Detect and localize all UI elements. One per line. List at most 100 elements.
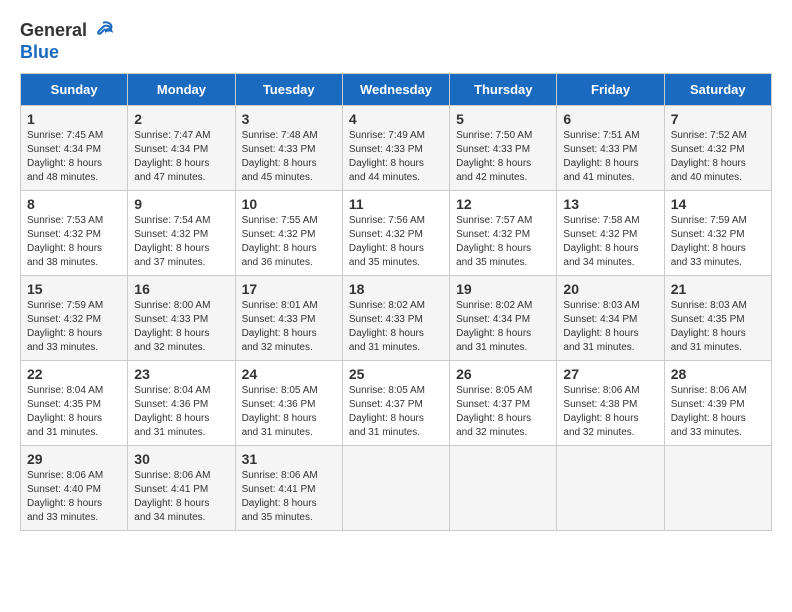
calendar-header-row: SundayMondayTuesdayWednesdayThursdayFrid… [21,74,772,106]
day-number: 10 [242,196,336,212]
day-info: Sunrise: 8:01 AM Sunset: 4:33 PM Dayligh… [242,299,336,355]
logo: General Blue [20,20,115,63]
calendar-week-row: 1 Sunrise: 7:45 AM Sunset: 4:34 PM Daylig… [21,106,772,191]
day-number: 26 [456,366,550,382]
day-number: 15 [27,281,121,297]
calendar-day-cell: 30 Sunrise: 8:06 AM Sunset: 4:41 PM Dayli… [128,446,235,531]
calendar-day-cell: 2Sunrise: 7:47 AM Sunset: 4:34 PM Daylig… [128,106,235,191]
day-info: Sunrise: 8:06 AM Sunset: 4:41 PM Dayligh… [134,469,228,525]
day-number: 7 [671,111,765,127]
calendar-day-cell: 22 Sunrise: 8:04 AM Sunset: 4:35 PM Dayli… [21,361,128,446]
day-info: Sunrise: 7:48 AM Sunset: 4:33 PM Dayligh… [242,129,336,185]
column-header-wednesday: Wednesday [342,74,449,106]
calendar-day-cell: 5Sunrise: 7:50 AM Sunset: 4:33 PM Daylig… [450,106,557,191]
day-number: 31 [242,451,336,467]
column-header-sunday: Sunday [21,74,128,106]
calendar-day-cell: 23 Sunrise: 8:04 AM Sunset: 4:36 PM Dayli… [128,361,235,446]
calendar-week-row: 29 Sunrise: 8:06 AM Sunset: 4:40 PM Dayli… [21,446,772,531]
logo-text-blue: Blue [20,42,59,64]
calendar-day-cell: 9 Sunrise: 7:54 AM Sunset: 4:32 PM Daylig… [128,191,235,276]
calendar-day-cell: 4Sunrise: 7:49 AM Sunset: 4:33 PM Daylig… [342,106,449,191]
calendar-week-row: 8 Sunrise: 7:53 AM Sunset: 4:32 PM Daylig… [21,191,772,276]
day-info: Sunrise: 8:02 AM Sunset: 4:34 PM Dayligh… [456,299,550,355]
day-number: 11 [349,196,443,212]
calendar-table: SundayMondayTuesdayWednesdayThursdayFrid… [20,73,772,531]
calendar-empty-cell [557,446,664,531]
day-info: Sunrise: 7:51 AM Sunset: 4:33 PM Dayligh… [563,129,657,185]
day-info: Sunrise: 7:52 AM Sunset: 4:32 PM Dayligh… [671,129,765,185]
day-number: 8 [27,196,121,212]
day-info: Sunrise: 8:03 AM Sunset: 4:34 PM Dayligh… [563,299,657,355]
day-number: 29 [27,451,121,467]
day-number: 14 [671,196,765,212]
day-info: Sunrise: 7:54 AM Sunset: 4:32 PM Dayligh… [134,214,228,270]
day-number: 23 [134,366,228,382]
day-number: 1 [27,111,121,127]
column-header-monday: Monday [128,74,235,106]
calendar-day-cell: 20Sunrise: 8:03 AM Sunset: 4:34 PM Dayli… [557,276,664,361]
calendar-day-cell: 16Sunrise: 8:00 AM Sunset: 4:33 PM Dayli… [128,276,235,361]
day-info: Sunrise: 7:47 AM Sunset: 4:34 PM Dayligh… [134,129,228,185]
calendar-week-row: 15 Sunrise: 7:59 AM Sunset: 4:32 PM Dayli… [21,276,772,361]
day-info: Sunrise: 8:06 AM Sunset: 4:39 PM Dayligh… [671,384,765,440]
day-number: 19 [456,281,550,297]
day-info: Sunrise: 7:59 AM Sunset: 4:32 PM Dayligh… [27,299,121,355]
day-info: Sunrise: 8:04 AM Sunset: 4:35 PM Dayligh… [27,384,121,440]
calendar-empty-cell [664,446,771,531]
day-info: Sunrise: 8:04 AM Sunset: 4:36 PM Dayligh… [134,384,228,440]
calendar-empty-cell [342,446,449,531]
day-info: Sunrise: 8:06 AM Sunset: 4:40 PM Dayligh… [27,469,121,525]
day-info: Sunrise: 8:03 AM Sunset: 4:35 PM Dayligh… [671,299,765,355]
day-info: Sunrise: 8:02 AM Sunset: 4:33 PM Dayligh… [349,299,443,355]
day-number: 30 [134,451,228,467]
logo-text-general: General [20,20,87,42]
calendar-day-cell: 19 Sunrise: 8:02 AM Sunset: 4:34 PM Dayli… [450,276,557,361]
day-number: 9 [134,196,228,212]
day-info: Sunrise: 7:55 AM Sunset: 4:32 PM Dayligh… [242,214,336,270]
day-number: 4 [349,111,443,127]
day-info: Sunrise: 8:06 AM Sunset: 4:41 PM Dayligh… [242,469,336,525]
calendar-day-cell: 8 Sunrise: 7:53 AM Sunset: 4:32 PM Daylig… [21,191,128,276]
calendar-day-cell: 18Sunrise: 8:02 AM Sunset: 4:33 PM Dayli… [342,276,449,361]
column-header-thursday: Thursday [450,74,557,106]
day-info: Sunrise: 8:05 AM Sunset: 4:36 PM Dayligh… [242,384,336,440]
calendar-day-cell: 1 Sunrise: 7:45 AM Sunset: 4:34 PM Daylig… [21,106,128,191]
day-info: Sunrise: 7:56 AM Sunset: 4:32 PM Dayligh… [349,214,443,270]
day-info: Sunrise: 7:45 AM Sunset: 4:34 PM Dayligh… [27,129,121,185]
calendar-day-cell: 10 Sunrise: 7:55 AM Sunset: 4:32 PM Dayli… [235,191,342,276]
logo-container: General Blue [20,20,115,63]
day-info: Sunrise: 7:57 AM Sunset: 4:32 PM Dayligh… [456,214,550,270]
day-number: 6 [563,111,657,127]
calendar-day-cell: 11 Sunrise: 7:56 AM Sunset: 4:32 PM Dayli… [342,191,449,276]
day-number: 17 [242,281,336,297]
column-header-friday: Friday [557,74,664,106]
calendar-day-cell: 3Sunrise: 7:48 AM Sunset: 4:33 PM Daylig… [235,106,342,191]
calendar-week-row: 22 Sunrise: 8:04 AM Sunset: 4:35 PM Dayli… [21,361,772,446]
day-number: 24 [242,366,336,382]
column-header-saturday: Saturday [664,74,771,106]
day-info: Sunrise: 7:59 AM Sunset: 4:32 PM Dayligh… [671,214,765,270]
day-number: 16 [134,281,228,297]
day-number: 5 [456,111,550,127]
day-number: 27 [563,366,657,382]
day-info: Sunrise: 8:05 AM Sunset: 4:37 PM Dayligh… [349,384,443,440]
calendar-empty-cell [450,446,557,531]
day-number: 28 [671,366,765,382]
day-info: Sunrise: 7:53 AM Sunset: 4:32 PM Dayligh… [27,214,121,270]
calendar-day-cell: 24 Sunrise: 8:05 AM Sunset: 4:36 PM Dayli… [235,361,342,446]
calendar-day-cell: 13 Sunrise: 7:58 AM Sunset: 4:32 PM Dayli… [557,191,664,276]
calendar-day-cell: 17 Sunrise: 8:01 AM Sunset: 4:33 PM Dayli… [235,276,342,361]
calendar-day-cell: 12Sunrise: 7:57 AM Sunset: 4:32 PM Dayli… [450,191,557,276]
day-number: 21 [671,281,765,297]
calendar-day-cell: 21 Sunrise: 8:03 AM Sunset: 4:35 PM Dayli… [664,276,771,361]
day-number: 22 [27,366,121,382]
day-info: Sunrise: 8:05 AM Sunset: 4:37 PM Dayligh… [456,384,550,440]
calendar-day-cell: 15 Sunrise: 7:59 AM Sunset: 4:32 PM Dayli… [21,276,128,361]
calendar-day-cell: 6 Sunrise: 7:51 AM Sunset: 4:33 PM Daylig… [557,106,664,191]
calendar-day-cell: 7 Sunrise: 7:52 AM Sunset: 4:32 PM Daylig… [664,106,771,191]
day-info: Sunrise: 8:06 AM Sunset: 4:38 PM Dayligh… [563,384,657,440]
calendar-day-cell: 28 Sunrise: 8:06 AM Sunset: 4:39 PM Dayli… [664,361,771,446]
day-info: Sunrise: 7:58 AM Sunset: 4:32 PM Dayligh… [563,214,657,270]
calendar-day-cell: 31 Sunrise: 8:06 AM Sunset: 4:41 PM Dayli… [235,446,342,531]
day-number: 13 [563,196,657,212]
